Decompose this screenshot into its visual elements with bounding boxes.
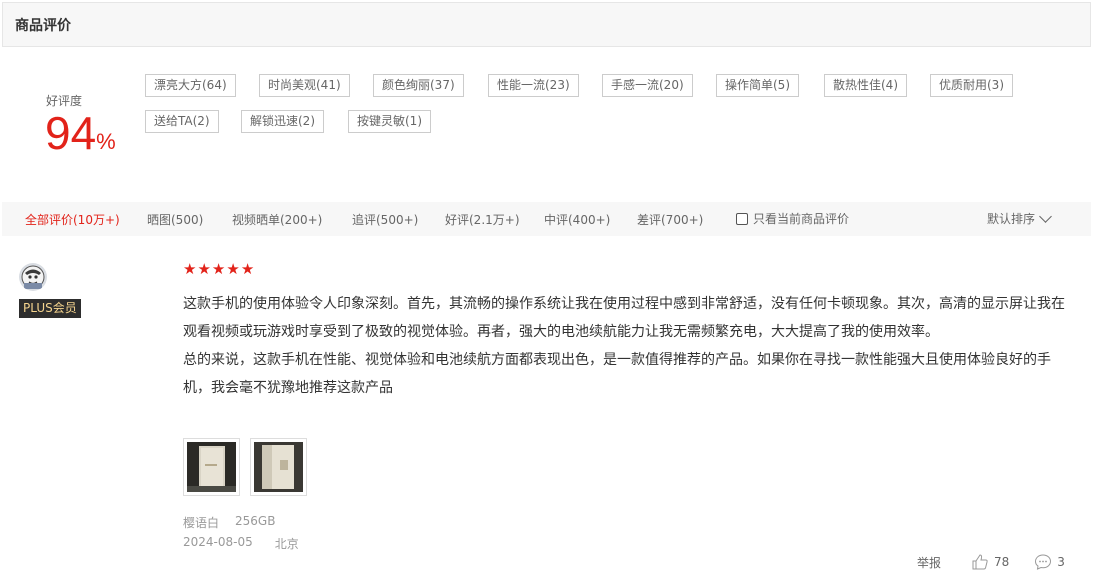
only-current-checkbox[interactable] xyxy=(736,212,748,225)
tag-item[interactable]: 操作简单(5) xyxy=(716,74,799,97)
sort-dropdown[interactable]: 默认排序 xyxy=(987,209,1052,227)
tag-item[interactable]: 颜色绚丽(37) xyxy=(373,74,464,97)
tag-item[interactable]: 送给TA(2) xyxy=(145,110,219,133)
review-date: 2024-08-05 xyxy=(183,535,253,549)
filter-positive[interactable]: 好评(2.1万+) xyxy=(445,211,520,228)
plus-member-badge: PLUS会员 xyxy=(19,299,81,318)
variant-storage: 256GB xyxy=(235,514,276,528)
thumbs-up-icon xyxy=(972,554,988,570)
star-icon: ★ xyxy=(197,260,211,278)
star-icon: ★ xyxy=(240,260,255,278)
star-icon: ★ xyxy=(211,260,226,278)
variant-color: 樱语白 xyxy=(183,516,220,530)
tag-item[interactable]: 手感一流(20) xyxy=(602,74,693,97)
only-current-toggle[interactable]: 只看当前商品评价 xyxy=(736,210,849,227)
chevron-down-icon xyxy=(1039,209,1052,223)
comment-button[interactable]: 3 xyxy=(1034,553,1065,571)
tag-item[interactable]: 解锁迅速(2) xyxy=(241,110,324,133)
avatar[interactable] xyxy=(19,263,47,291)
rating-value: 94% xyxy=(45,110,116,156)
review-content: 这款手机的使用体验令人印象深刻。首先，其流畅的操作系统让我在使用过程中感到非常舒… xyxy=(183,290,1068,402)
review-images xyxy=(183,438,307,496)
section-title: 商品评价 xyxy=(15,17,71,34)
filter-bar: 全部评价(10万+) 晒图(500) 视频晒单(200+) 追评(500+) 好… xyxy=(2,202,1091,236)
tag-item[interactable]: 漂亮大方(64) xyxy=(145,74,236,97)
rating-unit: % xyxy=(96,129,116,154)
comment-count: 3 xyxy=(1057,555,1065,569)
tag-item[interactable]: 按键灵敏(1) xyxy=(348,110,431,133)
variant-info: 樱语白 256GB xyxy=(183,514,275,531)
review-actions: 举报 78 3 xyxy=(917,553,1065,571)
like-count: 78 xyxy=(994,555,1010,569)
review-meta: 2024-08-05 北京 xyxy=(183,535,299,552)
review-paragraph: 总的来说，这款手机在性能、视觉体验和电池续航方面都表现出色，是一款值得推荐的产品… xyxy=(183,352,1051,396)
star-icon: ★ xyxy=(183,260,197,278)
filter-neutral[interactable]: 中评(400+) xyxy=(544,211,610,228)
filter-followup[interactable]: 追评(500+) xyxy=(352,211,418,228)
section-header: 商品评价 xyxy=(2,2,1091,47)
like-button[interactable]: 78 xyxy=(971,553,1009,571)
star-icon: ★ xyxy=(226,260,240,278)
only-current-label: 只看当前商品评价 xyxy=(753,212,850,226)
tag-item[interactable]: 时尚美观(41) xyxy=(259,74,350,97)
tag-item[interactable]: 优质耐用(3) xyxy=(930,74,1013,97)
review-image-thumb[interactable] xyxy=(250,438,307,496)
filter-photo[interactable]: 晒图(500) xyxy=(147,211,203,228)
filter-all[interactable]: 全部评价(10万+) xyxy=(25,211,120,228)
review-paragraph: 这款手机的使用体验令人印象深刻。首先，其流畅的操作系统让我在使用过程中感到非常舒… xyxy=(183,296,1065,340)
comment-icon xyxy=(1035,554,1052,570)
star-rating: ★ ★ ★ ★ ★ xyxy=(183,261,254,277)
tag-item[interactable]: 性能一流(23) xyxy=(488,74,579,97)
filter-negative[interactable]: 差评(700+) xyxy=(637,211,703,228)
rating-number: 94 xyxy=(45,107,97,159)
sort-label: 默认排序 xyxy=(987,212,1036,226)
filter-video[interactable]: 视频晒单(200+) xyxy=(232,211,322,228)
report-button[interactable]: 举报 xyxy=(917,554,941,571)
tag-item[interactable]: 散热性佳(4) xyxy=(824,74,907,97)
review-location: 北京 xyxy=(274,537,299,551)
review-image-thumb[interactable] xyxy=(183,438,240,496)
